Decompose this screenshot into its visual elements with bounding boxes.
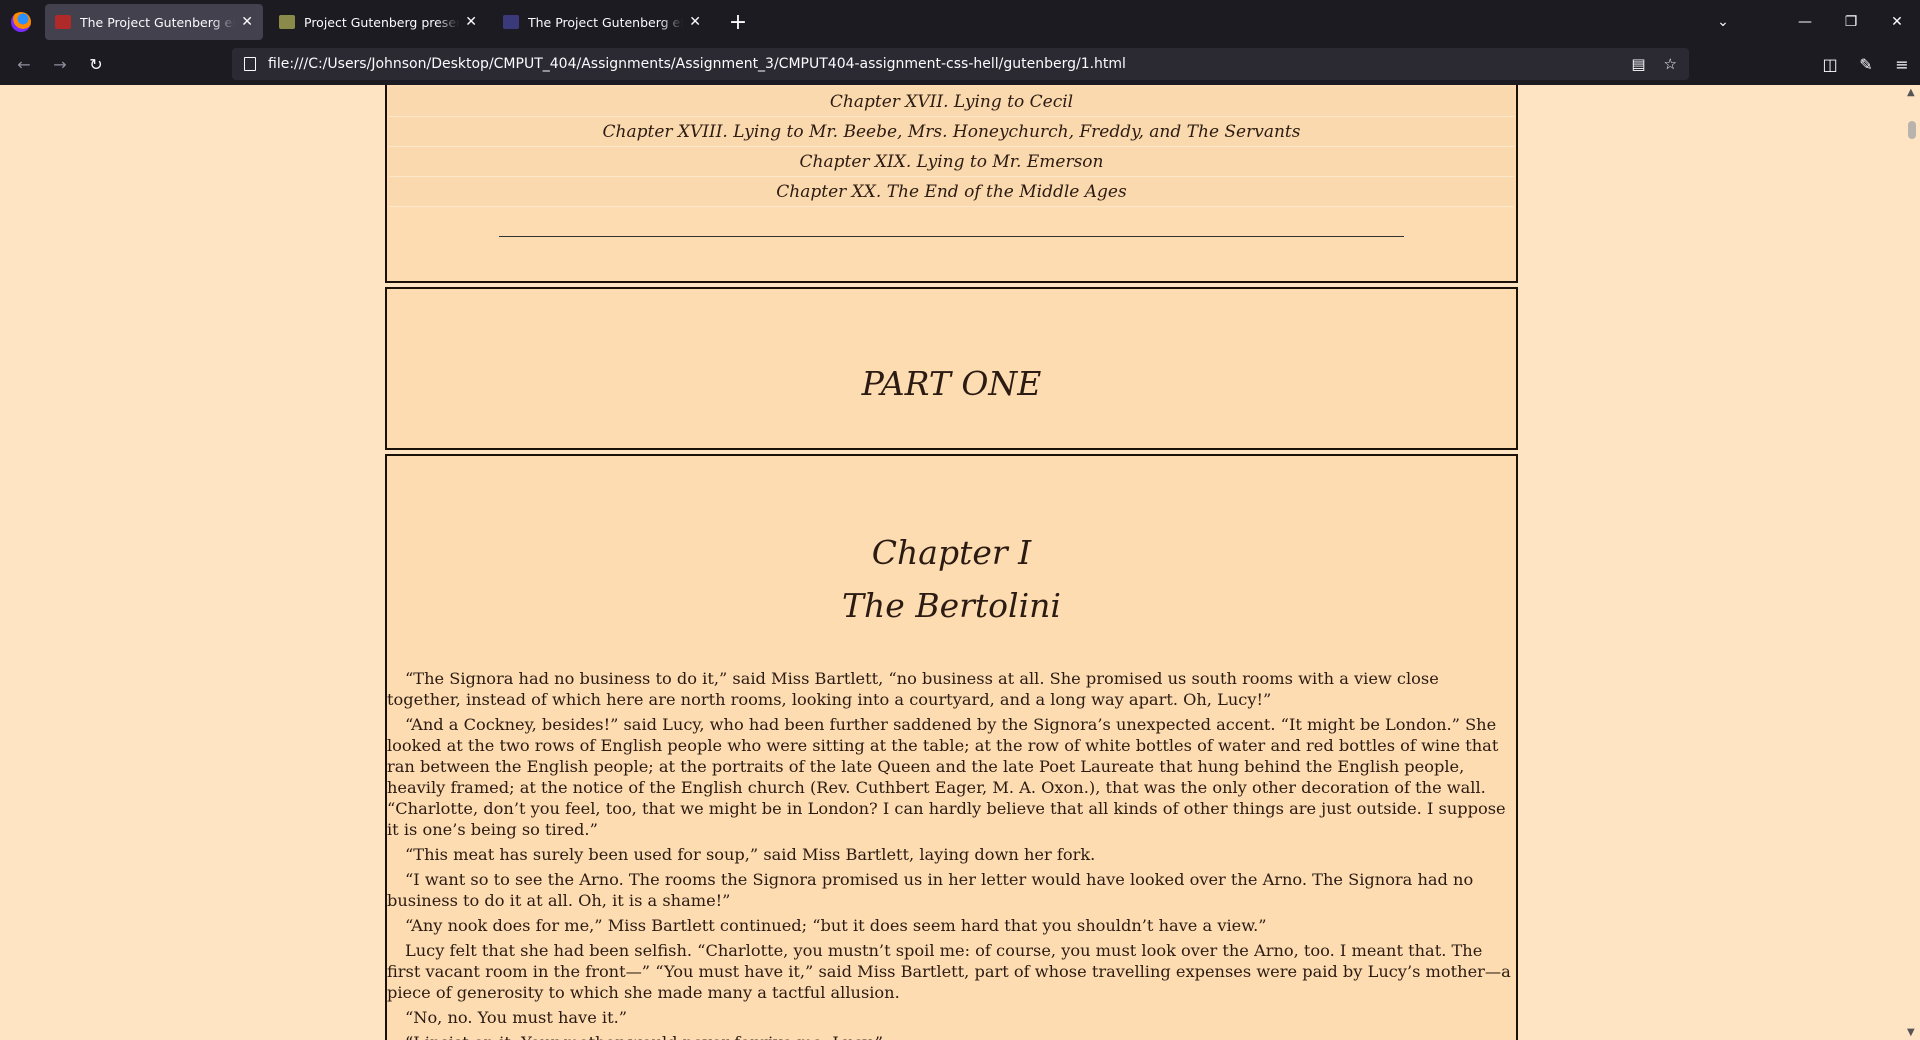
paragraph: “This meat has surely been used for soup…: [405, 845, 1096, 864]
divider: [499, 236, 1404, 237]
favicon-icon: [503, 15, 519, 29]
url-text[interactable]: file:///C:/Users/Johnson/Desktop/CMPUT_4…: [268, 56, 1631, 72]
toc-item[interactable]: Chapter XVII. Lying to Cecil: [389, 87, 1514, 117]
paragraph: Lucy felt that she had been selfish. “Ch…: [387, 941, 1511, 1002]
list-all-tabs-chevron-icon[interactable]: ⌄: [1700, 14, 1746, 30]
close-tab-icon[interactable]: ✕: [241, 14, 253, 30]
part-title: PART ONE: [861, 364, 1042, 403]
chapter-number: Chapter I: [871, 533, 1032, 572]
page-icon: [244, 57, 256, 71]
hamburger-menu-icon[interactable]: ≡: [1884, 55, 1920, 74]
favicon-icon: [279, 15, 295, 29]
chapter-box: Chapter I The Bertolini “The Signora had…: [385, 454, 1518, 1040]
close-tab-icon[interactable]: ✕: [689, 14, 701, 30]
chapter-name: The Bertolini: [842, 586, 1061, 625]
paragraph: “Any nook does for me,” Miss Bartlett co…: [405, 916, 1267, 935]
scrollbar-thumb[interactable]: [1908, 121, 1916, 139]
tab-1[interactable]: The Project Gutenberg eBook of ✕: [45, 4, 263, 40]
bookmark-star-icon[interactable]: ☆: [1664, 55, 1677, 73]
back-arrow-icon[interactable]: ←: [6, 55, 42, 74]
url-bar[interactable]: file:///C:/Users/Johnson/Desktop/CMPUT_4…: [232, 48, 1689, 80]
navigation-bar: ← → ↻ file:///C:/Users/Johnson/Desktop/C…: [0, 44, 1920, 85]
vertical-scrollbar[interactable]: ▲ ▼: [1904, 85, 1920, 1040]
reload-icon[interactable]: ↻: [78, 55, 114, 74]
browser-chrome: The Project Gutenberg eBook of ✕ Project…: [0, 0, 1920, 85]
new-tab-plus-icon[interactable]: +: [723, 10, 753, 35]
page-viewport: Chapter XVII. Lying to Cecil Chapter XVI…: [0, 85, 1904, 1040]
pocket-icon[interactable]: ◫: [1812, 55, 1848, 74]
paragraph: “The Signora had no business to do it,” …: [387, 669, 1439, 709]
extensions-wrench-icon[interactable]: ✎: [1848, 55, 1884, 74]
tab-title: The Project Gutenberg eBook of: [80, 14, 235, 30]
tab-title: Project Gutenberg presents the: [304, 14, 459, 30]
window-controls: ⌄ — ❐ ✕: [1700, 0, 1920, 44]
part-heading-box: PART ONE: [385, 287, 1518, 450]
close-window-icon[interactable]: ✕: [1874, 14, 1920, 30]
favicon-icon: [55, 15, 71, 29]
forward-arrow-icon[interactable]: →: [42, 55, 78, 74]
table-of-contents: Chapter XVII. Lying to Cecil Chapter XVI…: [385, 85, 1518, 283]
chapter-text: “The Signora had no business to do it,” …: [387, 668, 1516, 1040]
paragraph: “No, no. You must have it.”: [405, 1008, 628, 1027]
firefox-menu-icon[interactable]: [11, 12, 31, 32]
tab-title: The Project Gutenberg eBook of: [528, 14, 683, 30]
close-tab-icon[interactable]: ✕: [465, 14, 477, 30]
restore-icon[interactable]: ❐: [1828, 14, 1874, 30]
paragraph: “And a Cockney, besides!” said Lucy, who…: [387, 715, 1506, 839]
tab-3[interactable]: The Project Gutenberg eBook of ✕: [493, 4, 711, 40]
toc-item[interactable]: Chapter XVIII. Lying to Mr. Beebe, Mrs. …: [389, 117, 1514, 147]
paragraph: “I insist on it. Your mother would never…: [387, 1032, 1516, 1040]
reader-view-icon[interactable]: ▤: [1631, 55, 1645, 73]
minimize-icon[interactable]: —: [1782, 14, 1828, 30]
toc-item[interactable]: Chapter XX. The End of the Middle Ages: [389, 177, 1514, 207]
paragraph: “I want so to see the Arno. The rooms th…: [387, 870, 1474, 910]
scroll-up-arrow-icon[interactable]: ▲: [1907, 87, 1915, 98]
toc-item[interactable]: Chapter XIX. Lying to Mr. Emerson: [389, 147, 1514, 177]
tab-strip: The Project Gutenberg eBook of ✕ Project…: [0, 0, 1920, 44]
scroll-down-arrow-icon[interactable]: ▼: [1907, 1027, 1915, 1038]
tab-2[interactable]: Project Gutenberg presents the ✕: [269, 4, 487, 40]
